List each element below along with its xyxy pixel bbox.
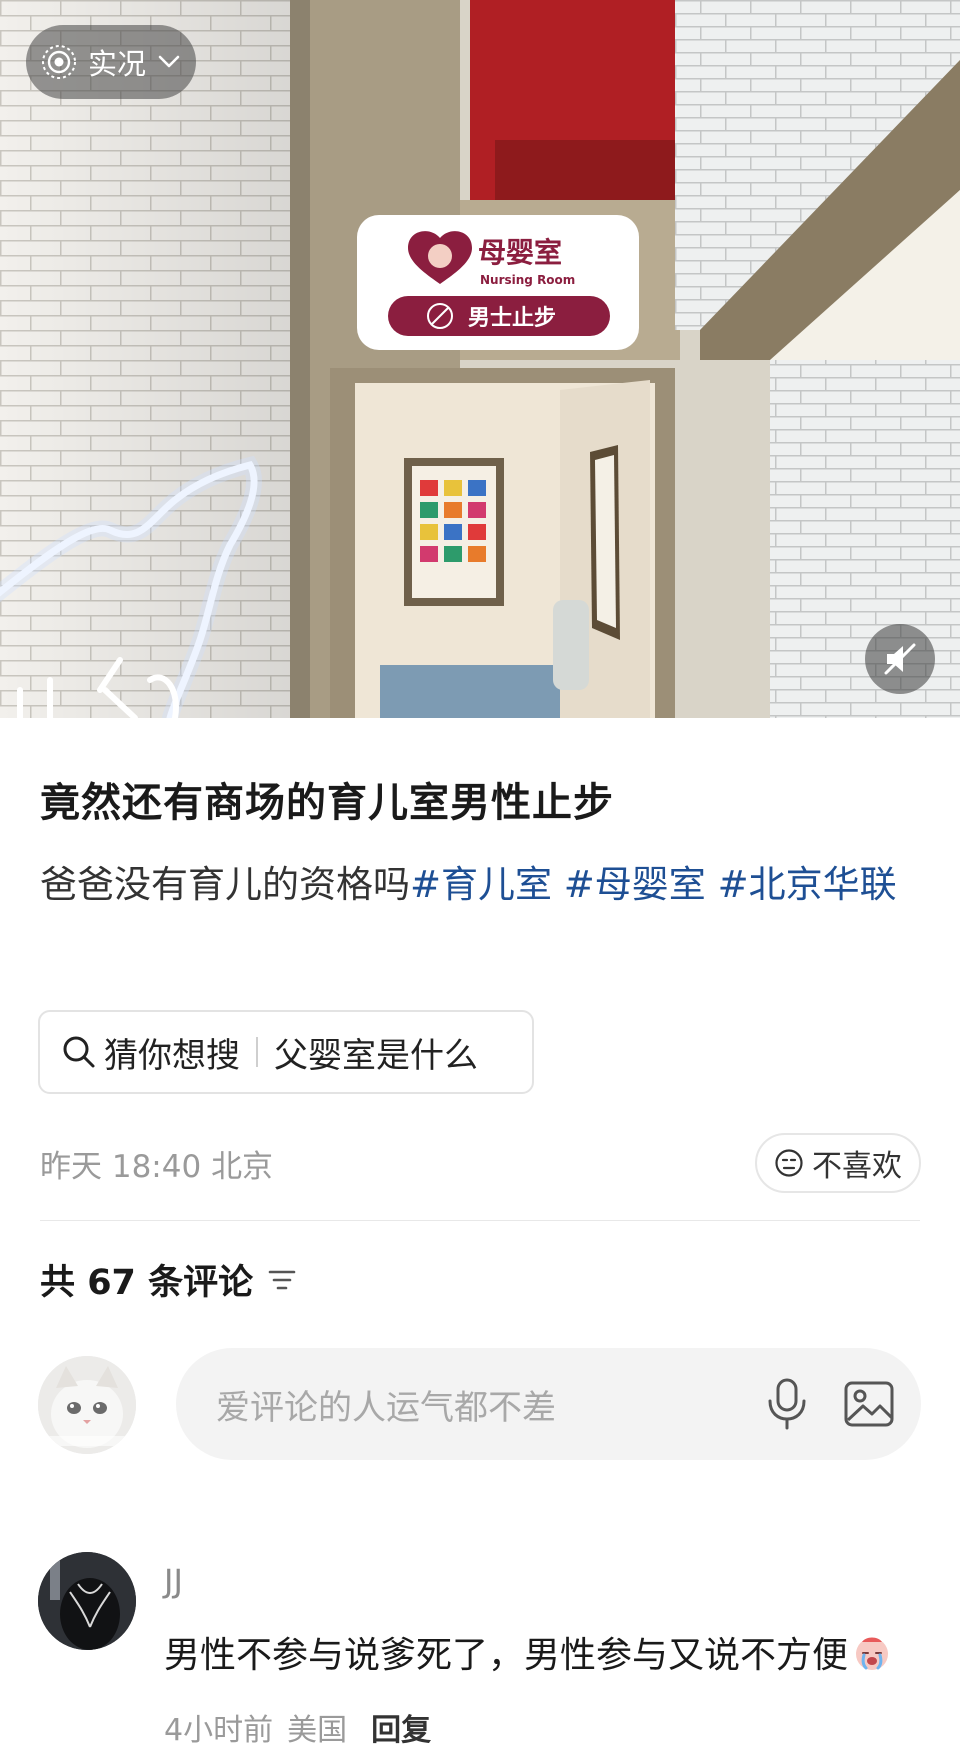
mute-button[interactable] (865, 624, 935, 694)
post-meta: 昨天 18:40 北京 (40, 1141, 273, 1186)
comment-count-text: 共 67 条评论 (40, 1263, 254, 1303)
chevron-down-icon (158, 50, 180, 75)
dislike-button[interactable]: 不喜欢 (755, 1133, 921, 1193)
speaker-muted-icon (883, 642, 917, 676)
divider (256, 1037, 258, 1067)
suggest-prefix: 猜你想搜 (104, 1035, 240, 1076)
post-desc-text: 爸爸没有育儿的资格吗 (40, 863, 410, 906)
post-title: 竟然还有商场的育儿室男性止步 (40, 780, 614, 826)
hashtag-link[interactable]: #北京华联 (718, 863, 897, 906)
commenter-avatar[interactable] (38, 1552, 136, 1650)
comment-count: 67 (87, 1263, 136, 1303)
hashtag-link[interactable]: #育儿室 (410, 863, 552, 906)
live-photo-toggle[interactable]: 实况 (26, 25, 196, 99)
comment-location: 美国 (287, 1713, 348, 1748)
search-icon (62, 1035, 96, 1069)
crying-face-emoji (852, 1632, 892, 1672)
microphone-icon[interactable] (757, 1374, 817, 1434)
live-photo-label: 实况 (88, 47, 147, 81)
sign-warning: 男士止步 (468, 305, 556, 331)
commenter-name[interactable]: JJ (164, 1562, 183, 1600)
comment-time: 4小时前 (164, 1713, 274, 1748)
section-divider (40, 1220, 920, 1221)
suggest-query: 父婴室是什么 (274, 1035, 478, 1076)
photo-scene: 母婴室 Nursing Room 男士止步 (0, 0, 960, 718)
comment-input[interactable]: 爱评论的人运气都不差 (176, 1348, 921, 1460)
neutral-face-icon (774, 1148, 804, 1178)
comment-meta: 4小时前 美国 回复 (164, 1705, 431, 1749)
comment-text: 男性不参与说爹死了，男性参与又说不方便 (164, 1626, 892, 1678)
sign-subtitle: Nursing Room (480, 273, 575, 287)
reply-button[interactable]: 回复 (371, 1705, 431, 1749)
sign-title: 母婴室 (478, 236, 562, 269)
avatar[interactable] (38, 1356, 136, 1454)
post-description: 爸爸没有育儿的资格吗#育儿室 #母婴室 #北京华联 (40, 855, 920, 915)
image-icon[interactable] (839, 1374, 899, 1434)
sort-lines-icon[interactable] (267, 1267, 297, 1293)
post-location: 北京 (211, 1149, 274, 1185)
post-photo[interactable]: 母婴室 Nursing Room 男士止步 实况 (0, 0, 960, 718)
post-time: 昨天 18:40 (40, 1149, 202, 1185)
hashtag-link[interactable]: #母婴室 (564, 863, 706, 906)
dislike-label: 不喜欢 (812, 1149, 902, 1184)
comment-count-header: 共 67 条评论 (40, 1254, 297, 1305)
search-suggestion[interactable]: 猜你想搜 父婴室是什么 (38, 1010, 534, 1094)
comment-input-placeholder: 爱评论的人运气都不差 (216, 1387, 556, 1428)
live-photo-icon (40, 43, 78, 81)
